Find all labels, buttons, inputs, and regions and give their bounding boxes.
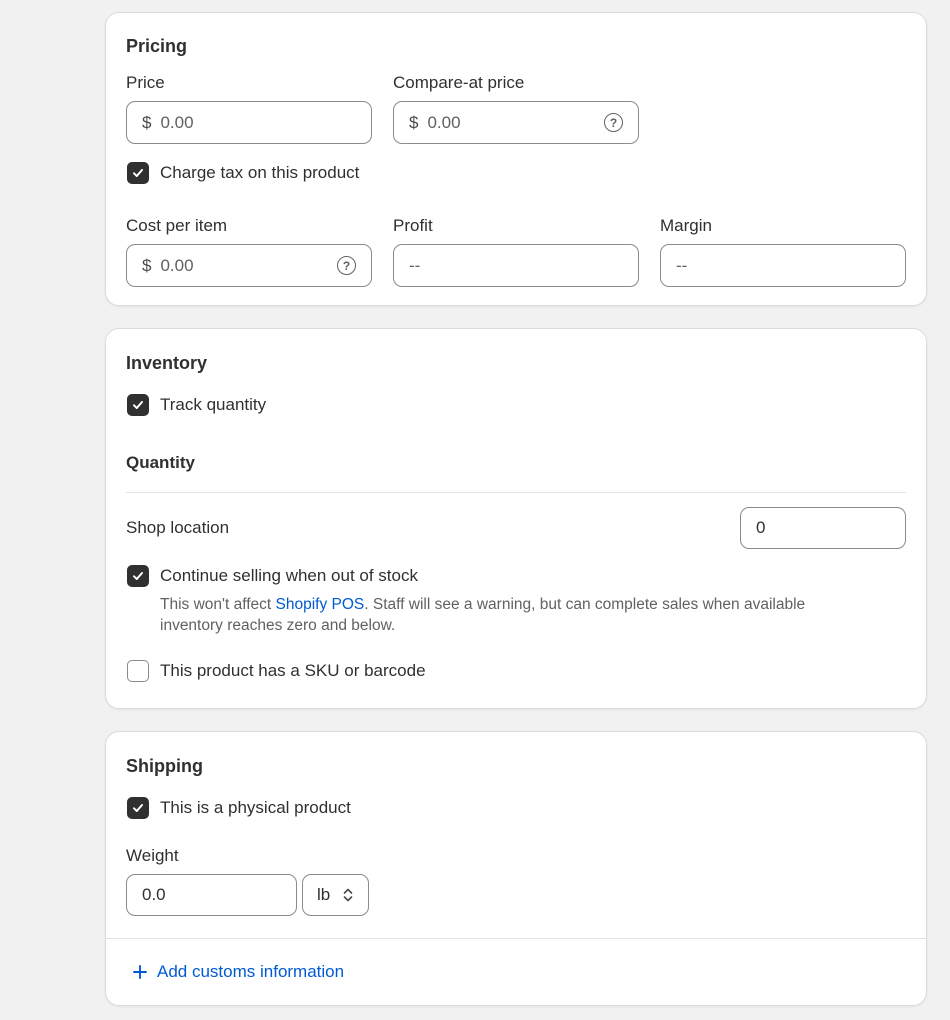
add-customs-info-label: Add customs information	[157, 962, 345, 981]
margin-field: --	[660, 244, 906, 287]
weight-unit-value: lb	[317, 885, 331, 904]
track-quantity-checkbox[interactable]	[127, 394, 149, 416]
price-label: Price	[126, 73, 165, 92]
price-input[interactable]: $ 0.00	[126, 101, 372, 144]
plus-icon	[133, 965, 147, 979]
price-currency-prefix: $	[142, 112, 152, 132]
pricing-title: Pricing	[126, 36, 188, 56]
question-circle-icon[interactable]: ?	[337, 256, 356, 275]
inventory-title: Inventory	[126, 353, 208, 373]
compare-at-price-input[interactable]: $ 0.00 ?	[393, 101, 639, 144]
continue-selling-checkbox[interactable]	[127, 565, 149, 587]
checkmark-icon	[133, 572, 143, 580]
shopify-pos-link[interactable]: Shopify POS	[276, 596, 365, 613]
charge-tax-checkbox[interactable]	[127, 162, 149, 184]
profit-field: --	[393, 244, 639, 287]
margin-value: --	[676, 255, 688, 275]
chevron-up-down-icon	[343, 888, 353, 902]
shipping-card: Shipping This is a physical product Weig…	[105, 731, 927, 1006]
shop-location-quantity-input[interactable]: 0	[740, 507, 906, 549]
help-text-after: . Staff will see a warning, but can comp…	[364, 596, 806, 613]
continue-selling-label: Continue selling when out of stock	[160, 566, 418, 585]
sku-barcode-label: This product has a SKU or barcode	[160, 661, 426, 680]
track-quantity-label: Track quantity	[160, 395, 267, 414]
margin-label: Margin	[660, 216, 712, 235]
weight-value: 0.0	[142, 885, 166, 904]
shipping-title: Shipping	[126, 756, 203, 776]
profit-value: --	[409, 255, 421, 275]
weight-input[interactable]: 0.0	[126, 874, 297, 916]
cost-per-item-label: Cost per item	[126, 216, 228, 235]
help-text-before: This won't affect	[160, 596, 276, 613]
help-text-line2: inventory reaches zero and below.	[160, 617, 396, 634]
quantity-divider	[126, 492, 906, 493]
profit-label: Profit	[393, 216, 433, 235]
checkmark-icon	[133, 169, 143, 177]
compare-at-price-value: 0.00	[427, 112, 461, 132]
weight-unit-select[interactable]: lb	[302, 874, 369, 916]
physical-product-checkbox[interactable]	[127, 797, 149, 819]
pricing-card: Pricing Price $ 0.00 Compare-at price $ …	[105, 12, 927, 306]
shop-location-quantity-value: 0	[756, 518, 766, 537]
checkmark-icon	[133, 401, 143, 409]
price-value: 0.00	[160, 112, 194, 132]
question-circle-icon[interactable]: ?	[604, 113, 623, 132]
continue-selling-help-text: This won't affect Shopify POS. Staff wil…	[160, 594, 900, 636]
checkmark-icon	[133, 804, 143, 812]
sku-barcode-checkbox[interactable]	[127, 660, 149, 682]
cost-per-item-input[interactable]: $ 0.00 ?	[126, 244, 372, 287]
shop-location-label: Shop location	[126, 518, 230, 537]
weight-label: Weight	[126, 846, 179, 865]
inventory-card: Inventory Track quantity Quantity Shop l…	[105, 328, 927, 709]
quantity-title: Quantity	[126, 453, 195, 472]
compare-currency-prefix: $	[409, 112, 419, 132]
add-customs-info-button[interactable]: Add customs information	[132, 962, 344, 982]
physical-product-label: This is a physical product	[160, 798, 351, 817]
shipping-divider	[106, 938, 926, 939]
compare-at-price-label: Compare-at price	[393, 73, 525, 92]
cost-per-item-value: 0.00	[160, 255, 194, 275]
cost-currency-prefix: $	[142, 255, 152, 275]
charge-tax-label: Charge tax on this product	[160, 163, 360, 182]
